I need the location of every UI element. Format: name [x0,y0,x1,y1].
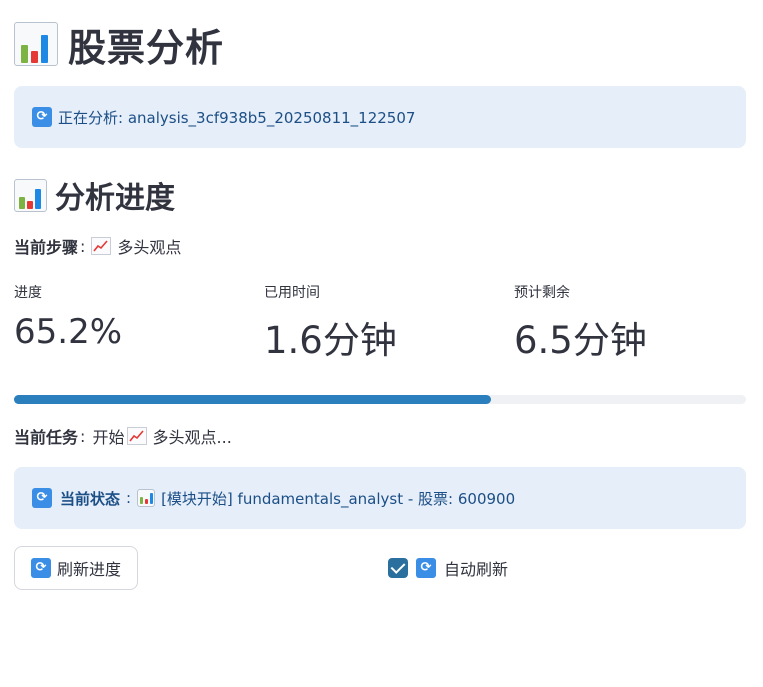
page-title: 股票分析 [14,18,224,70]
auto-refresh-checkbox[interactable] [388,558,408,578]
current-state-banner: ⟳ 当前状态: [模块开始] fundamentals_analyst - 股票… [14,467,746,529]
current-state-text: [模块开始] fundamentals_analyst - 股票: 600900 [161,489,516,508]
analysis-status-text: 正在分析: analysis_3cf938b5_20250811_122507 [58,108,416,127]
refresh-icon: ⟳ [32,488,52,508]
trend-chart-icon [91,237,112,255]
auto-refresh-toggle[interactable]: ⟳ 自动刷新 [388,556,508,580]
current-step-value: 多头观点 [117,238,182,257]
current-task-prefix: 开始 [92,428,125,447]
refresh-icon: ⟳ [30,558,51,578]
refresh-progress-button[interactable]: ⟳ 刷新进度 [14,546,138,590]
refresh-icon: ⟳ [32,107,52,127]
progress-bar [14,395,746,404]
progress-heading: 分析进度 [14,174,175,216]
current-task-label: 当前任务 [14,428,79,447]
metric-value: 1.6分钟 [264,319,397,362]
page-title-text: 股票分析 [68,25,225,70]
progress-heading-text: 分析进度 [55,181,175,216]
refresh-progress-label: 刷新进度 [56,560,121,579]
bar-chart-icon [14,178,47,212]
current-step-label: 当前步骤 [14,238,79,257]
current-state-label: 当前状态 [60,489,121,508]
metric-progress: 进度 65.2% [14,282,122,352]
bar-chart-icon [14,22,58,66]
metric-remaining-time: 预计剩余 6.5分钟 [514,282,647,364]
metric-value: 65.2% [14,312,123,352]
auto-refresh-label: 自动刷新 [444,560,509,579]
current-step: 当前步骤: 多头观点 [14,234,181,258]
current-task-value: 多头观点... [152,428,232,447]
current-task: 当前任务: 开始 多头观点... [14,424,232,448]
metric-label: 进度 [14,285,42,301]
refresh-icon: ⟳ [416,558,436,578]
metric-label: 预计剩余 [514,285,570,301]
analysis-status-banner: ⟳ 正在分析: analysis_3cf938b5_20250811_12250… [14,86,746,148]
metric-label: 已用时间 [264,285,320,301]
trend-chart-icon [126,427,147,445]
metric-value: 6.5分钟 [514,319,647,362]
bar-chart-icon [137,489,156,507]
metric-elapsed-time: 已用时间 1.6分钟 [264,282,397,364]
progress-bar-fill [14,395,492,404]
